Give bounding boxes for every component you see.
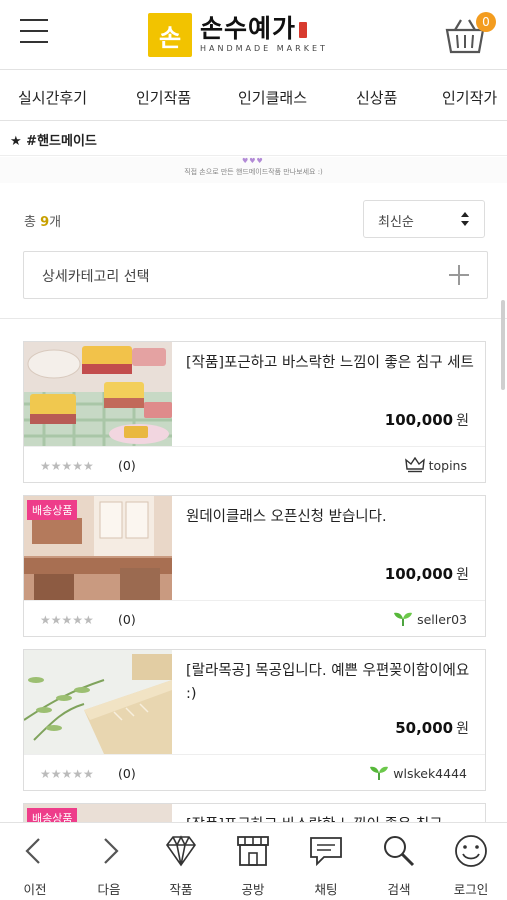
chevron-left-icon xyxy=(25,838,40,864)
count-value: 9 xyxy=(40,215,50,230)
nav-login-label: 로그인 xyxy=(453,882,489,897)
rating-count: (0) xyxy=(118,766,136,781)
product-title[interactable]: [랄라목공] 목공입니다. 예쁜 우편꽂이함이에요 :) xyxy=(186,660,478,706)
nav-search-label: 검색 xyxy=(387,882,411,897)
seller[interactable]: seller03 xyxy=(393,611,467,627)
nav-login[interactable]: 로그인 xyxy=(441,831,501,897)
price-currency: 원 xyxy=(456,413,469,429)
bottom-nav: 이전 다음 작품 공방 채팅 검색 로그인 xyxy=(0,822,507,900)
sprout-icon xyxy=(370,766,389,780)
chevron-right-icon xyxy=(104,838,119,864)
count-prefix: 총 xyxy=(24,215,41,230)
rating-stars: ★★★★★ xyxy=(40,459,94,473)
subcategory-label: 상세카테고리 선택 xyxy=(42,269,150,285)
banner-text: 직접 손으로 만든 핸드메이드작품 만나보세요 :) xyxy=(184,168,323,176)
product-image[interactable] xyxy=(24,342,172,446)
nav-chat[interactable]: 채팅 xyxy=(296,831,356,897)
sprout-icon xyxy=(394,612,413,626)
diamond-icon xyxy=(166,835,196,867)
tab-popular-artists[interactable]: 인기작가 xyxy=(442,87,497,108)
logo-red-badge xyxy=(299,22,308,38)
nav-prev[interactable]: 이전 xyxy=(5,831,65,897)
product-card[interactable]: [작품]포근하고 바스락한 느낌이 좋은 침구 세트 100,000 원 ★★★★… xyxy=(23,341,486,483)
section-divider xyxy=(0,318,507,319)
smile-icon xyxy=(455,835,487,867)
price-value: 100,000 xyxy=(384,565,454,583)
search-icon xyxy=(384,836,415,867)
nav-next-label: 다음 xyxy=(97,882,121,897)
nav-works-label: 작품 xyxy=(169,882,193,897)
seller-name: seller03 xyxy=(417,611,467,627)
nav-next[interactable]: 다음 xyxy=(79,831,139,897)
logo-title: 손수예가 xyxy=(200,14,297,43)
chat-icon xyxy=(310,837,342,867)
seller-name: topins xyxy=(428,457,467,473)
product-image[interactable] xyxy=(24,650,172,754)
product-price: 100,000 원 xyxy=(385,564,469,584)
hearts-decoration: ♥♥♥ xyxy=(242,157,264,165)
product-card[interactable]: 배송상품 원데이클래스 오픈신청 받습니다. 100,000 원 ★★★★★ (0… xyxy=(23,495,486,637)
cart-count-badge: 0 xyxy=(476,12,496,32)
nav-workshop[interactable]: 공방 xyxy=(223,831,283,897)
logo-mark: 손 xyxy=(148,13,192,57)
seller[interactable]: wlskek4444 xyxy=(369,765,467,781)
scrollbar[interactable] xyxy=(501,300,505,390)
count-suffix: 개 xyxy=(49,215,62,230)
product-price: 100,000 원 xyxy=(385,410,469,430)
hashtag-row: ★ #핸드메이드 xyxy=(0,122,507,156)
menu-icon[interactable] xyxy=(20,19,48,49)
seller[interactable]: topins xyxy=(404,457,467,473)
nav-works[interactable]: 작품 xyxy=(151,831,211,897)
logo-subtitle: HANDMADE MARKET xyxy=(200,44,328,53)
nav-prev-label: 이전 xyxy=(23,882,47,897)
card-footer: ★★★★★ (0) wlskek4444 xyxy=(24,754,485,791)
hashtag-label: ★ #핸드메이드 xyxy=(10,134,97,149)
price-currency: 원 xyxy=(456,721,469,737)
product-price: 50,000 원 xyxy=(395,718,469,738)
app-header: 손 손수예가 HANDMADE MARKET 0 xyxy=(0,0,507,70)
subcategory-select[interactable]: 상세카테고리 선택 xyxy=(23,251,488,299)
card-footer: ★★★★★ (0) topins xyxy=(24,446,485,483)
price-currency: 원 xyxy=(456,567,469,583)
category-nav: 실시간후기 인기작품 인기클래스 신상품 인기작가 xyxy=(0,71,507,121)
price-value: 100,000 xyxy=(384,411,454,429)
tab-new-products[interactable]: 신상품 xyxy=(356,87,397,108)
rating-count: (0) xyxy=(118,458,136,473)
tab-realtime-reviews[interactable]: 실시간후기 xyxy=(18,87,87,108)
tab-popular-classes[interactable]: 인기클래스 xyxy=(238,87,307,108)
crown-icon xyxy=(404,457,425,473)
nav-workshop-label: 공방 xyxy=(241,882,265,897)
intro-banner: ♥♥♥ 직접 손으로 만든 핸드메이드작품 만나보세요 :) xyxy=(0,157,507,183)
logo[interactable]: 손 손수예가 HANDMADE MARKET xyxy=(148,12,328,58)
rating-count: (0) xyxy=(118,612,136,627)
sort-label: 최신순 xyxy=(378,215,414,230)
sort-arrows-icon xyxy=(461,212,469,226)
price-value: 50,000 xyxy=(395,719,454,737)
product-card[interactable]: [랄라목공] 목공입니다. 예쁜 우편꽂이함이에요 :) 50,000 원 ★★★… xyxy=(23,649,486,791)
plus-icon xyxy=(449,265,469,285)
nav-search[interactable]: 검색 xyxy=(369,831,429,897)
product-count: 총 9개 xyxy=(24,211,61,230)
sort-select[interactable]: 최신순 xyxy=(363,200,485,238)
seller-name: wlskek4444 xyxy=(393,765,467,781)
storefront-icon xyxy=(237,836,269,866)
card-footer: ★★★★★ (0) seller03 xyxy=(24,600,485,637)
tab-popular-works[interactable]: 인기작품 xyxy=(136,87,191,108)
shipping-badge: 배송상품 xyxy=(27,500,78,520)
product-image[interactable]: 배송상품 xyxy=(24,496,172,600)
product-title[interactable]: 원데이클래스 오픈신청 받습니다. xyxy=(186,506,478,529)
rating-stars: ★★★★★ xyxy=(40,613,94,627)
rating-stars: ★★★★★ xyxy=(40,767,94,781)
product-title[interactable]: [작품]포근하고 바스락한 느낌이 좋은 침구 세트 xyxy=(186,352,478,375)
nav-chat-label: 채팅 xyxy=(314,882,338,897)
